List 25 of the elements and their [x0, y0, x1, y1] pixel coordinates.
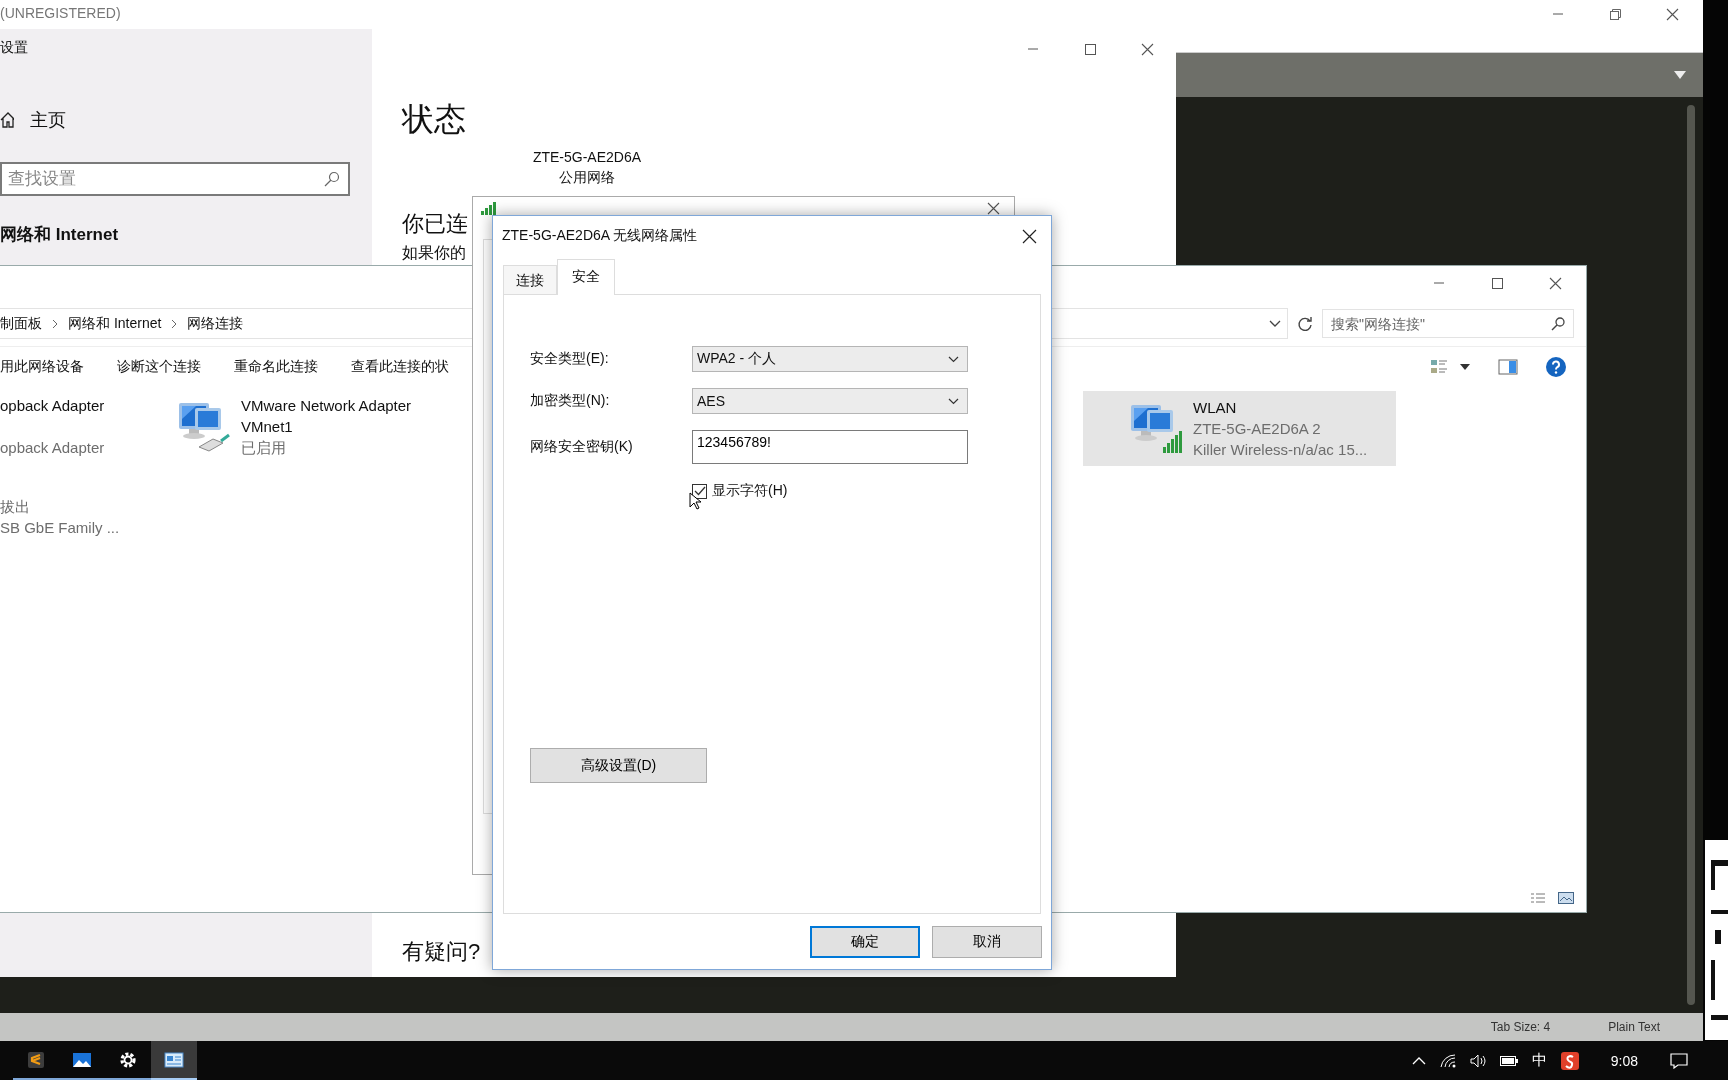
section-heading: 网络和 Internet [0, 224, 119, 246]
adapter-status: 拔出 [0, 497, 31, 517]
status-text: 如果你的 [402, 243, 466, 263]
page-heading: 状态 [402, 100, 466, 139]
adapter-name: VMware Network Adapter VMnet1 [241, 396, 413, 437]
adapter-name: WLAN [1193, 398, 1238, 418]
network-name: ZTE-5G-AE2D6A [531, 148, 643, 167]
status-heading: 你已连 [402, 210, 468, 238]
network-type: 公用网络 [558, 168, 616, 187]
window-title: ZTE-5G-AE2D6A 无线网络属性 [502, 227, 698, 245]
adapter-status: ZTE-5G-AE2D6A 2 [1193, 419, 1322, 439]
status-text: Plain Text [1608, 1020, 1660, 1034]
field-label: 安全类型(E): [530, 350, 610, 368]
help-heading: 有疑问? [402, 938, 481, 966]
field-label: 网络安全密钥(K) [530, 438, 634, 456]
adapter-device: Killer Wireless-n/a/ac 15... [1193, 440, 1369, 460]
adapter-device: opback Adapter [0, 438, 106, 458]
adapter-device: SB GbE Family ... [0, 518, 121, 538]
status-text: Tab Size: 4 [1490, 1020, 1551, 1034]
window-title: (UNREGISTERED) [0, 5, 121, 21]
window-title: 设置 [0, 39, 29, 57]
adapter-name: opback Adapter [0, 396, 106, 416]
checkbox-label: 显示字符(H) [712, 482, 788, 500]
adapter-status: 已启用 [241, 438, 287, 458]
field-label: 加密类型(N): [530, 392, 611, 410]
